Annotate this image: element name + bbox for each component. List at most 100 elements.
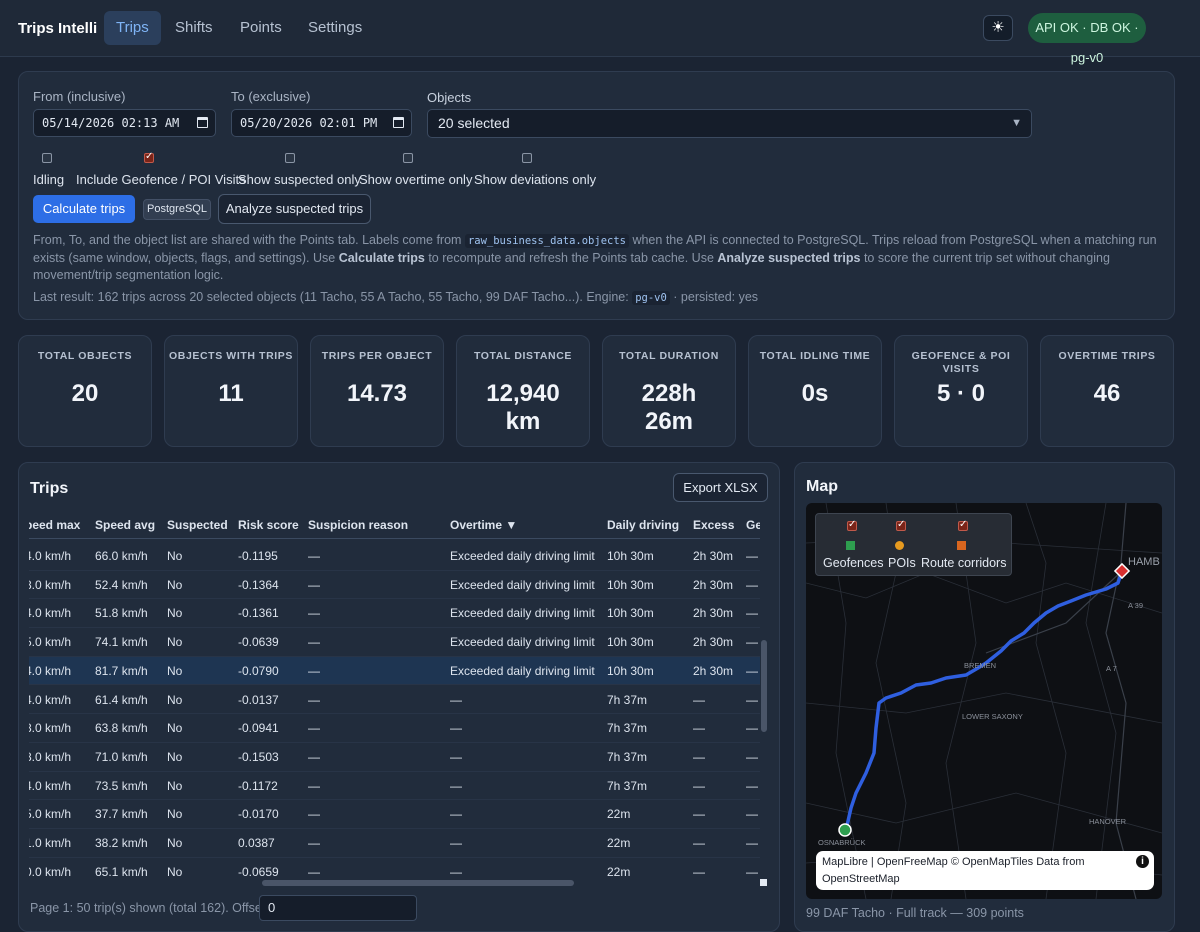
tab-shifts[interactable]: Shifts	[163, 11, 225, 45]
start-marker[interactable]	[838, 823, 852, 837]
cell-suspicion-reason: —	[308, 606, 320, 621]
cell-geofence: —	[746, 663, 758, 678]
cell-daily-driving: 7h 37m	[607, 749, 648, 764]
geofence-poi-label: Include Geofence / POI Visits	[76, 172, 246, 187]
cell-overtime: —	[450, 721, 462, 736]
table-row[interactable]: 5.0 km/h 74.1 km/h No -0.0639 — Exceeded dail…	[29, 628, 760, 657]
cell-suspected: No	[167, 663, 183, 678]
analyze-suspected-button[interactable]: Analyze suspected trips	[218, 194, 371, 224]
table-row[interactable]: 4.0 km/h 73.5 km/h No -0.1172 — — 7h 37m — —	[29, 772, 760, 801]
cell-daily-driving: 22m	[607, 807, 631, 822]
from-value: 05/14/2026 02:13 AM	[42, 116, 180, 130]
cell-speed-max: 8.0 km/h	[29, 577, 72, 592]
col-overtime[interactable]: Overtime ▼	[450, 512, 517, 538]
cell-risk-score: -0.0639	[238, 635, 279, 650]
cell-overtime: —	[450, 836, 462, 850]
cell-speed-max: 4.0 km/h	[29, 606, 72, 621]
table-row[interactable]: 4.0 km/h 61.4 km/h No -0.0137 — — 7h 37m — —	[29, 686, 760, 715]
cell-suspicion-reason: —	[308, 836, 320, 850]
deviations-only-checkbox[interactable]	[522, 153, 532, 163]
cell-suspicion-reason: —	[308, 635, 320, 650]
cell-overtime: Exceeded daily driving limit	[450, 606, 595, 621]
last-result-text: Last result: 162 trips across 20 selecte…	[33, 290, 759, 305]
cell-geofence: —	[746, 864, 758, 879]
col-speed-avg[interactable]: Speed avg	[95, 512, 155, 538]
cell-excess: 2h 30m	[693, 549, 734, 563]
to-datetime-input[interactable]: 05/20/2026 02:01 PM	[231, 109, 412, 137]
export-xlsx-button[interactable]: Export XLSX	[673, 473, 768, 502]
cell-speed-avg: 61.4 km/h	[95, 692, 148, 707]
cell-excess: —	[693, 721, 705, 736]
table-row[interactable]: 8.0 km/h 52.4 km/h No -0.1364 — Exceeded dail…	[29, 571, 760, 600]
cell-speed-max: 5.0 km/h	[29, 807, 72, 822]
map-title: Map	[806, 478, 838, 495]
col-risk-score[interactable]: Risk score	[238, 512, 299, 538]
route-corridors-layer-checkbox[interactable]	[958, 519, 968, 531]
cell-excess: —	[693, 836, 705, 850]
table-row[interactable]: 5.0 km/h 37.7 km/h No -0.0170 — — 22m — —	[29, 800, 760, 829]
table-row[interactable]: 4.0 km/h 81.7 km/h No -0.0790 — Exceeded dail…	[29, 656, 760, 686]
table-row[interactable]: 4.0 km/h 51.8 km/h No -0.1361 — Exceeded dail…	[29, 599, 760, 629]
suspected-only-checkbox[interactable]	[285, 153, 295, 163]
calendar-icon[interactable]	[393, 117, 404, 128]
openfreemap-link[interactable]: OpenFreeMap	[877, 856, 948, 868]
stat-total-objects: TOTAL OBJECTS 20	[18, 335, 152, 447]
top-bar: Trips Intelli Trips Shifts Points Settin…	[0, 0, 1200, 65]
cell-risk-score: -0.0170	[238, 807, 279, 822]
cell-overtime: —	[450, 807, 462, 822]
cell-suspected: No	[167, 692, 183, 707]
table-row[interactable]: 8.0 km/h 71.0 km/h No -0.1503 — — 7h 37m — —	[29, 743, 760, 772]
calculate-trips-button[interactable]: Calculate trips	[33, 195, 135, 223]
cell-suspected: No	[167, 807, 183, 822]
tab-points[interactable]: Points	[228, 11, 294, 45]
chevron-down-icon: ▼	[1011, 117, 1022, 129]
cell-geofence: —	[746, 807, 758, 822]
cell-risk-score: -0.1503	[238, 749, 279, 764]
objects-select[interactable]: 20 selected ▼	[427, 109, 1032, 138]
cell-daily-driving: 22m	[607, 864, 631, 879]
col-suspicion-reason[interactable]: Suspicion reason	[308, 512, 408, 538]
overtime-only-checkbox[interactable]	[403, 153, 413, 163]
col-speed-max[interactable]: peed max	[29, 512, 80, 538]
table-row[interactable]: 1.0 km/h 38.2 km/h No 0.0387 — — 22m — —	[29, 829, 760, 858]
table-row[interactable]: 4.0 km/h 66.0 km/h No -0.1195 — Exceeded dail…	[29, 542, 760, 571]
cell-daily-driving: 10h 30m	[607, 606, 654, 621]
cell-daily-driving: 10h 30m	[607, 663, 654, 678]
openstreetmap-link[interactable]: OpenStreetMap	[822, 873, 900, 885]
tab-trips[interactable]: Trips	[104, 11, 161, 45]
app-brand: Trips Intelli	[18, 20, 98, 37]
cell-suspected: No	[167, 577, 183, 592]
cell-speed-avg: 37.7 km/h	[95, 807, 148, 822]
cell-suspected: No	[167, 836, 183, 850]
geofences-layer-checkbox[interactable]	[847, 519, 857, 531]
geofence-poi-checkbox[interactable]	[144, 151, 154, 163]
cell-speed-avg: 71.0 km/h	[95, 749, 148, 764]
tab-settings[interactable]: Settings	[296, 11, 374, 45]
col-daily-driving[interactable]: Daily driving	[607, 512, 679, 538]
theme-toggle-button[interactable]: ☀	[983, 15, 1013, 41]
openmaptiles-link[interactable]: © OpenMapTiles	[951, 856, 1033, 868]
table-vertical-scrollbar[interactable]	[761, 640, 767, 732]
suspected-only-label: Show suspected only	[238, 172, 361, 187]
table-row[interactable]: 8.0 km/h 63.8 km/h No -0.0941 — — 7h 37m — —	[29, 714, 760, 743]
calendar-icon[interactable]	[197, 117, 208, 128]
cell-overtime: Exceeded daily driving limit	[450, 663, 595, 678]
deviations-only-label: Show deviations only	[474, 172, 597, 187]
from-datetime-input[interactable]: 05/14/2026 02:13 AM	[33, 109, 216, 137]
cell-suspected: No	[167, 606, 183, 621]
info-icon[interactable]: i	[1136, 855, 1149, 868]
offset-input[interactable]: 0	[259, 895, 417, 921]
table-horizontal-scrollbar[interactable]	[262, 880, 574, 886]
pois-layer-checkbox[interactable]	[896, 519, 906, 531]
col-suspected[interactable]: Suspected	[167, 512, 228, 538]
cell-speed-max: 4.0 km/h	[29, 663, 72, 678]
col-geofence[interactable]: Ge	[746, 512, 760, 538]
maplibre-link[interactable]: MapLibre	[822, 856, 868, 868]
idling-checkbox[interactable]	[42, 153, 52, 163]
cell-risk-score: -0.0790	[238, 663, 279, 678]
cell-suspected: No	[167, 549, 183, 563]
cell-excess: —	[693, 864, 705, 879]
col-excess[interactable]: Excess	[693, 512, 734, 538]
cell-suspicion-reason: —	[308, 577, 320, 592]
cell-daily-driving: 7h 37m	[607, 721, 648, 736]
